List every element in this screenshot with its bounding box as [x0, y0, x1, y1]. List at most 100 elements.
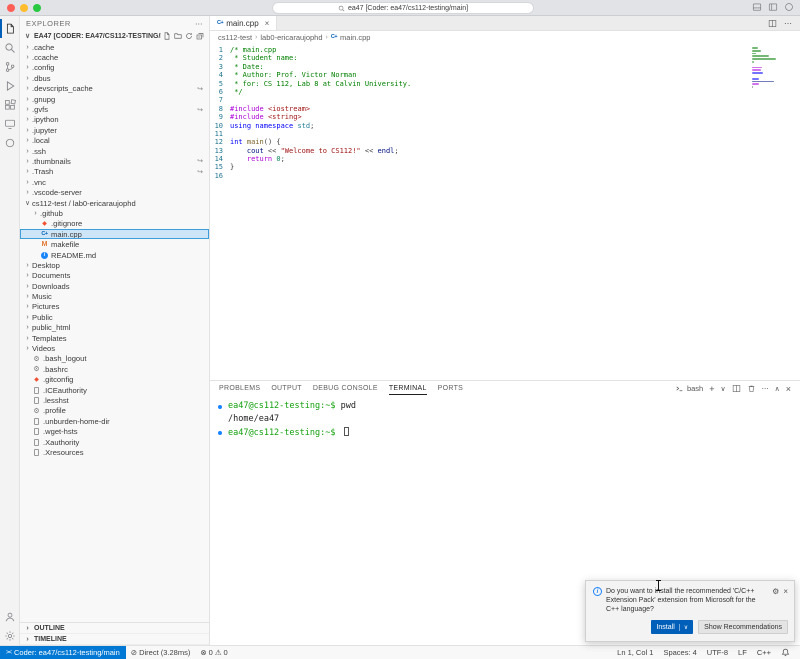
tree-item-Public[interactable]: ›Public: [20, 312, 209, 322]
tree-item-Desktop[interactable]: ›Desktop: [20, 260, 209, 270]
notifications-bell-icon[interactable]: [776, 648, 795, 657]
tree-item-.lesshst[interactable]: .lesshst: [20, 395, 209, 405]
panel-tab-problems[interactable]: PROBLEMS: [219, 382, 260, 395]
close-tab-icon[interactable]: ×: [265, 19, 270, 28]
new-folder-icon[interactable]: [174, 32, 182, 40]
tree-item-.ccache[interactable]: ›.ccache: [20, 52, 209, 62]
collapse-all-icon[interactable]: [196, 32, 204, 40]
tree-item-.github[interactable]: ›.github: [20, 208, 209, 218]
tree-item-.devscripts_cache[interactable]: ›.devscripts_cache↪: [20, 84, 209, 94]
split-editor-icon[interactable]: [768, 19, 777, 28]
notification-close-icon[interactable]: ×: [783, 587, 788, 614]
tree-item-.cache[interactable]: ›.cache: [20, 42, 209, 52]
remote-indicator[interactable]: >< Coder: ea47/cs112-testing/main: [0, 646, 126, 659]
panel-more-actions-icon[interactable]: ⋯: [762, 385, 769, 393]
maximize-panel-icon[interactable]: ∧: [775, 385, 780, 393]
tree-item-.unburden-home-dir[interactable]: .unburden-home-dir: [20, 416, 209, 426]
tree-item-.ICEauthority[interactable]: .ICEauthority: [20, 385, 209, 395]
cursor-position-status[interactable]: Ln 1, Col 1: [612, 648, 658, 657]
explorer-icon[interactable]: [0, 19, 20, 38]
tree-item-.bash_logout[interactable]: ⚙.bash_logout: [20, 354, 209, 364]
source-control-icon[interactable]: [0, 57, 20, 76]
kill-terminal-icon[interactable]: [747, 384, 756, 393]
tree-item-public_html[interactable]: ›public_html: [20, 323, 209, 333]
tree-item-.ipython[interactable]: ›.ipython: [20, 115, 209, 125]
tree-item-Pictures[interactable]: ›Pictures: [20, 302, 209, 312]
tree-item-.config[interactable]: ›.config: [20, 63, 209, 73]
language-status[interactable]: C++: [752, 648, 776, 657]
tab-main-cpp[interactable]: C+ main.cpp ×: [210, 16, 277, 30]
editor-code[interactable]: 1/* main.cpp2 * Student name:3 * Date:4 …: [210, 43, 800, 380]
profile-avatar-icon[interactable]: [784, 2, 794, 12]
account-icon[interactable]: [0, 607, 20, 626]
editor-more-actions-icon[interactable]: ⋯: [784, 19, 792, 28]
terminal-shell-button[interactable]: bash: [675, 384, 703, 393]
tree-item-.vnc[interactable]: ›.vnc: [20, 177, 209, 187]
breadcrumb-subfolder[interactable]: lab0-ericaraujophd: [260, 33, 322, 42]
search-icon[interactable]: [0, 38, 20, 57]
timeline-section[interactable]: › TIMELINE: [20, 634, 209, 645]
network-status[interactable]: ⊘ Direct (3.28ms): [126, 648, 196, 657]
tree-item-.dbus[interactable]: ›.dbus: [20, 73, 209, 83]
run-debug-icon[interactable]: [0, 76, 20, 95]
split-terminal-icon[interactable]: [732, 384, 741, 393]
refresh-icon[interactable]: [185, 32, 193, 40]
explorer-more-actions-icon[interactable]: ⋯: [195, 19, 203, 28]
new-terminal-icon[interactable]: +: [709, 384, 714, 394]
panel-tab-output[interactable]: OUTPUT: [271, 382, 302, 395]
url-bar[interactable]: ea47 [Coder: ea47/cs112-testing/main]: [272, 2, 534, 14]
breadcrumb[interactable]: cs112-test › lab0-ericaraujophd › C+ mai…: [210, 31, 800, 43]
notification-settings-gear-icon[interactable]: ⚙: [772, 587, 779, 614]
minimap[interactable]: [752, 47, 786, 92]
outline-section[interactable]: › OUTLINE: [20, 623, 209, 634]
breadcrumb-file[interactable]: main.cpp: [340, 33, 370, 42]
breadcrumb-folder[interactable]: cs112-test: [218, 33, 252, 42]
explorer-section-header[interactable]: ∨ EA47 [CODER: EA47/CS112-TESTING/MAIN]: [20, 30, 209, 42]
tree-item-Music[interactable]: ›Music: [20, 291, 209, 301]
command-decoration-icon[interactable]: [218, 431, 222, 435]
tree-item-.thumbnails[interactable]: ›.thumbnails↪: [20, 156, 209, 166]
tree-item-.wget-hsts[interactable]: .wget-hsts: [20, 426, 209, 436]
panel-tab-debug-console[interactable]: DEBUG CONSOLE: [313, 382, 378, 395]
extensions-icon[interactable]: [0, 95, 20, 114]
tree-item-Downloads[interactable]: ›Downloads: [20, 281, 209, 291]
layout-sidebar-icon[interactable]: [768, 2, 778, 12]
panel-tab-terminal[interactable]: TERMINAL: [389, 382, 427, 395]
tree-item-.gnupg[interactable]: ›.gnupg: [20, 94, 209, 104]
ports-icon[interactable]: [0, 133, 20, 152]
tree-item-Documents[interactable]: ›Documents: [20, 271, 209, 281]
eol-status[interactable]: LF: [733, 648, 752, 657]
close-window-button[interactable]: [7, 4, 15, 12]
tree-item-.Trash[interactable]: ›.Trash↪: [20, 167, 209, 177]
tree-item-.vscode-server[interactable]: ›.vscode-server: [20, 187, 209, 197]
close-panel-icon[interactable]: ×: [786, 384, 791, 394]
tree-item-.Xresources[interactable]: .Xresources: [20, 447, 209, 457]
remote-explorer-icon[interactable]: [0, 114, 20, 133]
tree-item-.jupyter[interactable]: ›.jupyter: [20, 125, 209, 135]
indentation-status[interactable]: Spaces: 4: [658, 648, 701, 657]
settings-gear-icon[interactable]: [0, 626, 20, 645]
tree-item-main.cpp[interactable]: C+main.cpp: [20, 229, 209, 239]
tree-item-.local[interactable]: ›.local: [20, 136, 209, 146]
tree-item-README.md[interactable]: iREADME.md: [20, 250, 209, 260]
tree-item-.gitconfig[interactable]: ◆.gitconfig: [20, 375, 209, 385]
encoding-status[interactable]: UTF-8: [702, 648, 733, 657]
tree-item-makefile[interactable]: Mmakefile: [20, 239, 209, 249]
tree-item-Templates[interactable]: ›Templates: [20, 333, 209, 343]
panel-tab-ports[interactable]: PORTS: [438, 382, 464, 395]
install-dropdown-chevron-icon[interactable]: ∨: [679, 624, 688, 631]
tree-item-Videos[interactable]: ›Videos: [20, 343, 209, 353]
tree-item-.profile[interactable]: ⚙.profile: [20, 406, 209, 416]
tree-item-.Xauthority[interactable]: .Xauthority: [20, 437, 209, 447]
install-button[interactable]: Install ∨: [651, 620, 693, 634]
layout-panel-icon[interactable]: [752, 2, 762, 12]
tree-item-.gitignore[interactable]: ◆.gitignore: [20, 219, 209, 229]
minimize-window-button[interactable]: [20, 4, 28, 12]
tree-item-.bashrc[interactable]: ⚙.bashrc: [20, 364, 209, 374]
tree-item-.ssh[interactable]: ›.ssh: [20, 146, 209, 156]
launch-profile-chevron-icon[interactable]: ∨: [720, 385, 725, 393]
command-decoration-icon[interactable]: [218, 405, 222, 409]
tree-item-cs112-test / lab0-ericaraujophd[interactable]: ∨cs112-test / lab0-ericaraujophd: [20, 198, 209, 208]
tree-item-.gvfs[interactable]: ›.gvfs↪: [20, 104, 209, 114]
show-recommendations-button[interactable]: Show Recommendations: [698, 620, 788, 634]
